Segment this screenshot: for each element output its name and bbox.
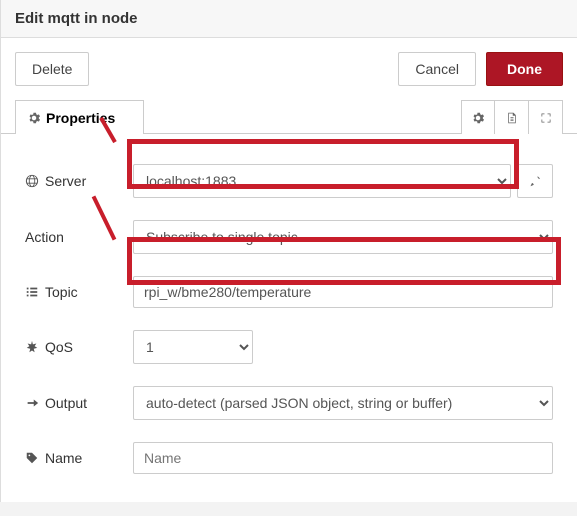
tab-properties[interactable]: Properties [15, 100, 144, 134]
action-select[interactable]: Subscribe to single topic [133, 220, 553, 254]
delete-button[interactable]: Delete [15, 52, 89, 86]
pencil-icon [529, 175, 541, 187]
gear-icon [28, 112, 40, 124]
globe-icon [25, 174, 39, 188]
gear-icon [472, 112, 484, 124]
expand-icon [540, 112, 552, 124]
name-input[interactable] [133, 442, 553, 474]
tab-appearance-button[interactable] [529, 100, 563, 134]
topic-row: Topic [25, 276, 553, 308]
name-label: Name [25, 450, 133, 466]
tab-description-button[interactable] [495, 100, 529, 134]
server-row: Server localhost:1883 [25, 164, 553, 198]
tabs: Properties [1, 100, 577, 134]
panel-title: Edit mqtt in node [15, 10, 563, 27]
tab-settings-button[interactable] [461, 100, 495, 134]
tag-icon [25, 451, 39, 465]
server-edit-button[interactable] [517, 164, 553, 198]
panel-header: Edit mqtt in node [1, 0, 577, 38]
output-select[interactable]: auto-detect (parsed JSON object, string … [133, 386, 553, 420]
asterisk-icon [25, 340, 39, 354]
action-row: Action Subscribe to single topic [25, 220, 553, 254]
document-icon [506, 112, 518, 124]
name-row: Name [25, 442, 553, 474]
qos-row: QoS 1 [25, 330, 553, 364]
arrow-right-icon [25, 396, 39, 410]
qos-select[interactable]: 1 [133, 330, 253, 364]
topic-label: Topic [25, 284, 133, 300]
output-label: Output [25, 395, 133, 411]
cancel-button[interactable]: Cancel [398, 52, 476, 86]
action-label: Action [25, 229, 133, 245]
done-button[interactable]: Done [486, 52, 563, 86]
server-select[interactable]: localhost:1883 [133, 164, 511, 198]
output-row: Output auto-detect (parsed JSON object, … [25, 386, 553, 420]
button-row: Delete Cancel Done [1, 38, 577, 100]
properties-form: Server localhost:1883 Action Subscribe t… [1, 134, 577, 516]
topic-input[interactable] [133, 276, 553, 308]
server-label: Server [25, 173, 133, 189]
list-icon [25, 285, 39, 299]
qos-label: QoS [25, 339, 133, 355]
edit-panel: Edit mqtt in node Delete Cancel Done Pro… [0, 0, 577, 502]
